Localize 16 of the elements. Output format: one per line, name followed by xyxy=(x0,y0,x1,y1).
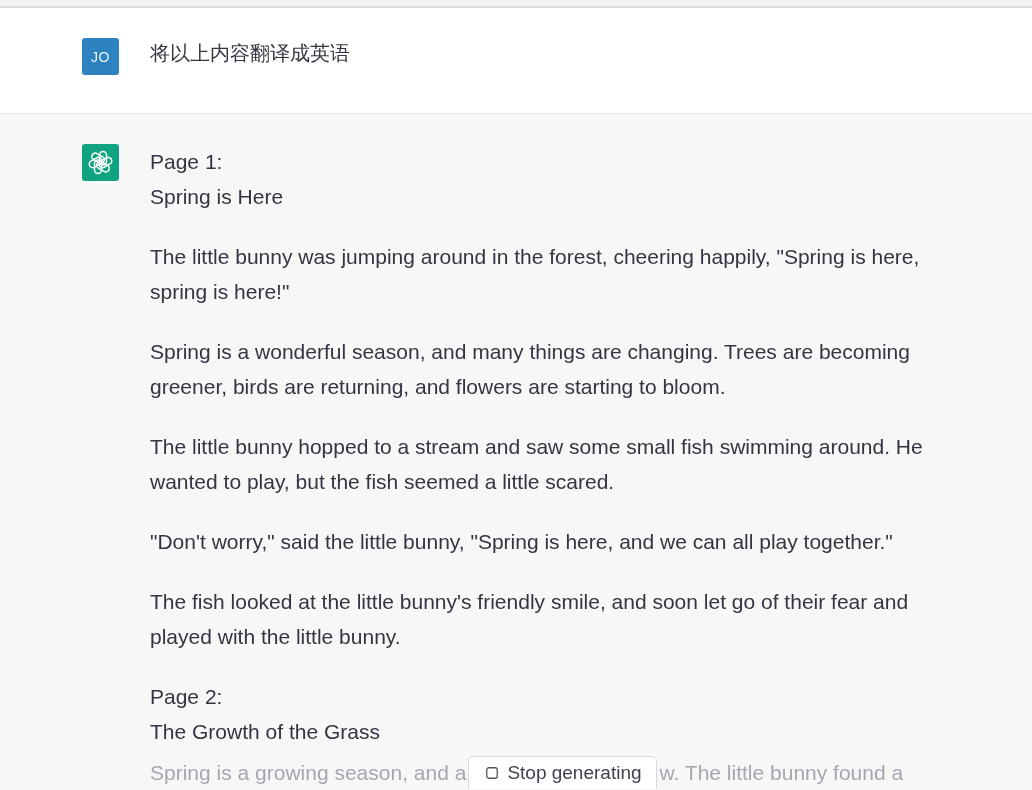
page-title: The Growth of the Grass xyxy=(150,719,380,745)
faded-text: Spring is a growing season, and a xyxy=(150,760,467,785)
paragraph: Spring is a wonderful season, and many things are changing. Trees are becoming greener, birds are returning, and flowers are starting to bloom. xyxy=(150,339,911,400)
user-avatar: JO xyxy=(82,38,119,75)
page-label: Page 1: xyxy=(150,149,223,175)
stop-generating-button[interactable]: Stop generating xyxy=(468,756,657,789)
paragraph: The little bunny hopped to a stream and saw some small fish swimming around. He wanted to play, but the fish seemed a little scared. xyxy=(150,434,924,495)
paragraph: "Don't worry," said the little bunny, "Spring is here, and we can all play together." xyxy=(150,529,893,555)
paragraph: The little bunny was jumping around in the forest, cheering happily, "Spring is here, spring is here!" xyxy=(150,244,921,305)
faded-text: w. The little bunny found a xyxy=(659,760,904,785)
page-title: Spring is Here xyxy=(150,184,284,210)
message-text: 将以上内容翻译成英语 xyxy=(150,41,350,66)
stop-icon xyxy=(486,767,499,779)
paragraph: The fish looked at the little bunny's friendly smile, and soon let go of their fear and played with the little bunny. xyxy=(150,589,910,650)
page-label: Page 2: xyxy=(150,684,223,710)
knot-logo-icon xyxy=(82,144,119,181)
